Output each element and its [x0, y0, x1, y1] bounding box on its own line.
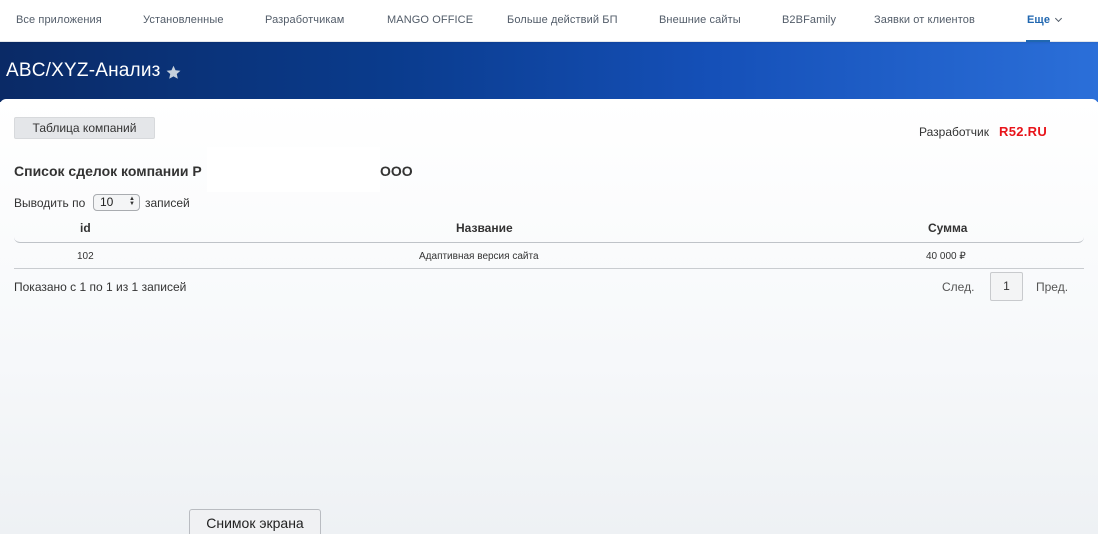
screenshot-button[interactable]: Снимок экрана [189, 509, 321, 534]
developer-label: Разработчик [919, 125, 989, 139]
nav-item-mango-office[interactable]: MANGO OFFICE [371, 14, 473, 26]
select-arrows-icon: ▲ ▼ [129, 196, 135, 207]
cell-name: Адаптивная версия сайта [419, 251, 539, 262]
chevron-down-icon [1055, 14, 1063, 23]
page-size-suffix: записей [145, 196, 190, 210]
nav-item-more[interactable]: Еще [1011, 14, 1063, 26]
column-header-id[interactable]: id [80, 221, 91, 235]
page-size-label: Выводить по [14, 196, 86, 210]
pagination-current-page[interactable]: 1 [990, 272, 1023, 301]
redacted-area [207, 147, 380, 192]
column-header-amount[interactable]: Сумма [928, 221, 967, 235]
page-size-value: 10 [100, 195, 114, 209]
page-size-select[interactable]: 10 ▲ ▼ [93, 194, 140, 211]
cell-amount: 40 000 ₽ [926, 251, 966, 262]
nav-item-all-apps[interactable]: Все приложения [0, 14, 102, 26]
nav-more-label: Еще [1027, 14, 1051, 26]
nav-item-developers[interactable]: Разработчикам [249, 14, 344, 26]
page-title: ABC/XYZ-Анализ [6, 60, 161, 81]
table-bottom-divider [14, 268, 1084, 269]
companies-table-button[interactable]: Таблица компаний [14, 117, 155, 139]
top-navigation: Все приложения Установленные Разработчик… [0, 0, 1098, 42]
cell-id: 102 [77, 251, 94, 262]
pagination-prev-button[interactable]: Пред. [1036, 280, 1068, 294]
nav-item-installed[interactable]: Установленные [127, 14, 224, 26]
column-header-name[interactable]: Название [456, 221, 513, 235]
nav-item-more-bp-actions[interactable]: Больше действий БП [491, 14, 618, 26]
nav-item-external-sites[interactable]: Внешние сайты [643, 14, 741, 26]
deals-list-title: Список сделок компании Р [14, 163, 202, 179]
active-tab-indicator [1026, 40, 1050, 42]
nav-item-client-requests[interactable]: Заявки от клиентов [858, 14, 975, 26]
deals-list-title-suffix: ООО [380, 163, 413, 179]
nav-item-b2bfamily[interactable]: B2BFamily [766, 14, 836, 26]
star-icon[interactable] [165, 64, 182, 81]
records-info: Показано с 1 по 1 из 1 записей [14, 280, 187, 294]
pagination-next-button[interactable]: След. [942, 280, 974, 294]
table-header [14, 214, 1084, 243]
developer-brand-link[interactable]: R52.RU [999, 124, 1047, 139]
